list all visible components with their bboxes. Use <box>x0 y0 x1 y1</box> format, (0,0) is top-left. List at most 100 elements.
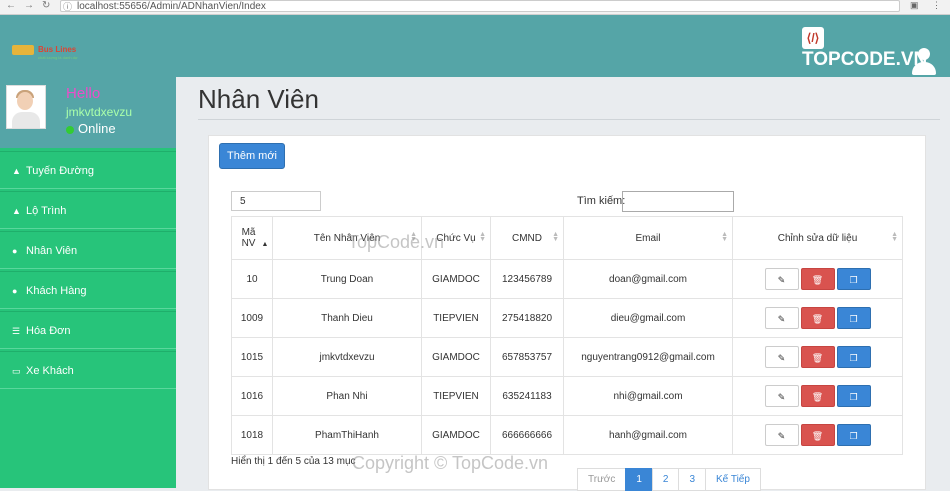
delete-icon[interactable]: 🗑 <box>800 385 835 407</box>
road-icon: ▲ <box>12 166 21 176</box>
edit-icon[interactable]: ✎ <box>764 307 799 329</box>
cell-ma-nv: 1016 <box>231 376 273 416</box>
greeting: Hello <box>66 85 101 102</box>
copy-icon[interactable]: ❐ <box>836 346 871 368</box>
table-info: Hiển thị 1 đến 5 của 13 mục <box>231 456 356 467</box>
sidebar-item-nhan-vien[interactable]: ● Nhân Viên <box>0 231 176 269</box>
cell-ma-nv: 1015 <box>231 337 273 377</box>
cell-email: doan@gmail.com <box>563 259 733 299</box>
account-icon[interactable] <box>912 48 936 76</box>
cell-ma-nv: 1018 <box>231 415 273 455</box>
status-text: Online <box>78 121 116 136</box>
sidebar-item-label: Nhân Viên <box>26 245 78 257</box>
cell-actions: ✎ 🗑 ❐ <box>732 415 903 455</box>
add-new-button[interactable]: Thêm mới <box>219 143 285 169</box>
cell-ten: PhamThiHanh <box>272 415 422 455</box>
cell-actions: ✎ 🗑 ❐ <box>732 298 903 338</box>
address-bar[interactable]: localhost:55656/Admin/ADNhanVien/Index <box>60 0 900 12</box>
topcode-text: TOPCODE.VN <box>802 49 928 71</box>
sidebar-item-lo-trinh[interactable]: ▲ Lộ Trình <box>0 191 176 229</box>
menu-icon[interactable]: ⋮ <box>932 0 941 11</box>
header-label: Mã NV <box>241 227 256 249</box>
sidebar-item-label: Tuyến Đường <box>26 165 94 177</box>
cell-actions: ✎ 🗑 ❐ <box>732 259 903 299</box>
header-label: Email <box>635 232 661 244</box>
cell-chuc-vu: TIEPVIEN <box>421 376 491 416</box>
search-input[interactable] <box>622 191 734 212</box>
sort-icon: ▲ ▼ <box>479 231 486 243</box>
header-label: CMND <box>512 232 542 244</box>
info-icon[interactable]: ⓘ <box>63 0 72 13</box>
cell-ten: Thanh Dieu <box>272 298 422 338</box>
forward-icon[interactable]: → <box>24 0 34 11</box>
delete-icon[interactable]: 🗑 <box>800 268 835 290</box>
cell-actions: ✎ 🗑 ❐ <box>732 337 903 377</box>
column-header-actions[interactable]: Chỉnh sửa dữ liệu ▲ ▼ <box>732 216 903 260</box>
sort-icon: ▲ ▼ <box>552 231 559 243</box>
topcode-icon: ⟨/⟩ <box>802 27 824 49</box>
cell-cmnd: 666666666 <box>490 415 564 455</box>
sidebar-item-xe-khach[interactable]: ▭ Xe Khách <box>0 351 176 389</box>
back-icon[interactable]: ← <box>6 0 16 11</box>
user-icon: ● <box>12 286 18 296</box>
delete-icon[interactable]: 🗑 <box>800 424 835 446</box>
logo-tagline: chất lượng là danh dự <box>38 55 78 60</box>
column-header-chuc-vu[interactable]: Chức Vụ ▲ ▼ <box>421 216 491 260</box>
sort-icon: ▲ ▼ <box>410 231 417 243</box>
sidebar-item-hoa-don[interactable]: ☰ Hóa Đơn <box>0 311 176 349</box>
sidebar: Hello jmkvtdxevzu Online ▲ Tuyến Đường ▲ L… <box>0 77 176 488</box>
translate-icon[interactable]: ▣ <box>910 0 919 11</box>
sidebar-item-khach-hang[interactable]: ● Khách Hàng <box>0 271 176 309</box>
column-header-cmnd[interactable]: CMND ▲ ▼ <box>490 216 564 260</box>
cell-ten: jmkvtdxevzu <box>272 337 422 377</box>
column-header-ma-nv[interactable]: Mã NV ▲ <box>231 216 273 260</box>
cell-ma-nv: 1009 <box>231 298 273 338</box>
cell-email: hanh@gmail.com <box>563 415 733 455</box>
sort-icon: ▲ ▼ <box>721 231 728 243</box>
copy-icon[interactable]: ❐ <box>836 424 871 446</box>
cell-email: nguyentrang0912@gmail.com <box>563 337 733 377</box>
table-row: 1009 Thanh Dieu TIEPVIEN 275418820 dieu@… <box>231 298 903 338</box>
cell-email: dieu@gmail.com <box>563 298 733 338</box>
edit-icon[interactable]: ✎ <box>764 268 799 290</box>
cell-email: nhi@gmail.com <box>563 376 733 416</box>
table-row: 10 Trung Doan GIAMDOC 123456789 doan@gma… <box>231 259 903 299</box>
copy-icon[interactable]: ❐ <box>836 268 871 290</box>
data-panel: Thêm mới 5 Tìm kiếm: Mã NV ▲ Tên Nhân Viê… <box>208 135 926 491</box>
sidebar-item-tuyen-duong[interactable]: ▲ Tuyến Đường <box>0 151 176 189</box>
copy-icon[interactable]: ❐ <box>836 385 871 407</box>
column-header-ten[interactable]: Tên Nhân Viên ▲ ▼ <box>272 216 422 260</box>
cell-cmnd: 657853757 <box>490 337 564 377</box>
user-icon: ● <box>12 246 18 256</box>
list-icon: ☰ <box>12 326 21 336</box>
top-header: Bus Lines chất lượng là danh dự ⟨/⟩TOPCO… <box>0 15 950 77</box>
edit-icon[interactable]: ✎ <box>764 385 799 407</box>
username: jmkvtdxevzu <box>66 105 133 119</box>
avatar <box>6 85 46 129</box>
edit-icon[interactable]: ✎ <box>764 424 799 446</box>
reload-icon[interactable]: ↻ <box>42 0 50 11</box>
edit-icon[interactable]: ✎ <box>764 346 799 368</box>
sort-icon: ▲ ▼ <box>891 231 898 243</box>
pagination: Trước 1 2 3 Kế Tiếp <box>577 468 761 491</box>
employee-table: Mã NV ▲ Tên Nhân Viên ▲ ▼ Chức Vụ ▲ ▼ CMND ▲ ▼ … <box>231 216 903 455</box>
cell-cmnd: 123456789 <box>490 259 564 299</box>
user-panel: Hello jmkvtdxevzu Online <box>0 77 176 148</box>
page-title: Nhân Viên <box>198 84 319 114</box>
column-header-email[interactable]: Email ▲ ▼ <box>563 216 733 260</box>
site-logo[interactable]: Bus Lines chất lượng là danh dự <box>12 45 78 60</box>
copy-icon[interactable]: ❐ <box>836 307 871 329</box>
delete-icon[interactable]: 🗑 <box>800 307 835 329</box>
road-icon: ▲ <box>12 206 21 216</box>
browser-toolbar: ← → ↻ localhost:55656/Admin/ADNhanVien/I… <box>0 0 950 15</box>
delete-icon[interactable]: 🗑 <box>800 346 835 368</box>
page-length-select[interactable]: 5 <box>231 191 321 211</box>
header-label: Chỉnh sửa dữ liệu <box>777 232 858 244</box>
search-label: Tìm kiếm: <box>577 195 626 207</box>
header-label: Tên Nhân Viên <box>313 232 381 244</box>
title-divider <box>198 119 940 120</box>
cell-actions: ✎ 🗑 ❐ <box>732 376 903 416</box>
logo-text: Bus Lines <box>38 45 77 55</box>
cell-chuc-vu: GIAMDOC <box>421 415 491 455</box>
table-row: 1015 jmkvtdxevzu GIAMDOC 657853757 nguye… <box>231 337 903 377</box>
